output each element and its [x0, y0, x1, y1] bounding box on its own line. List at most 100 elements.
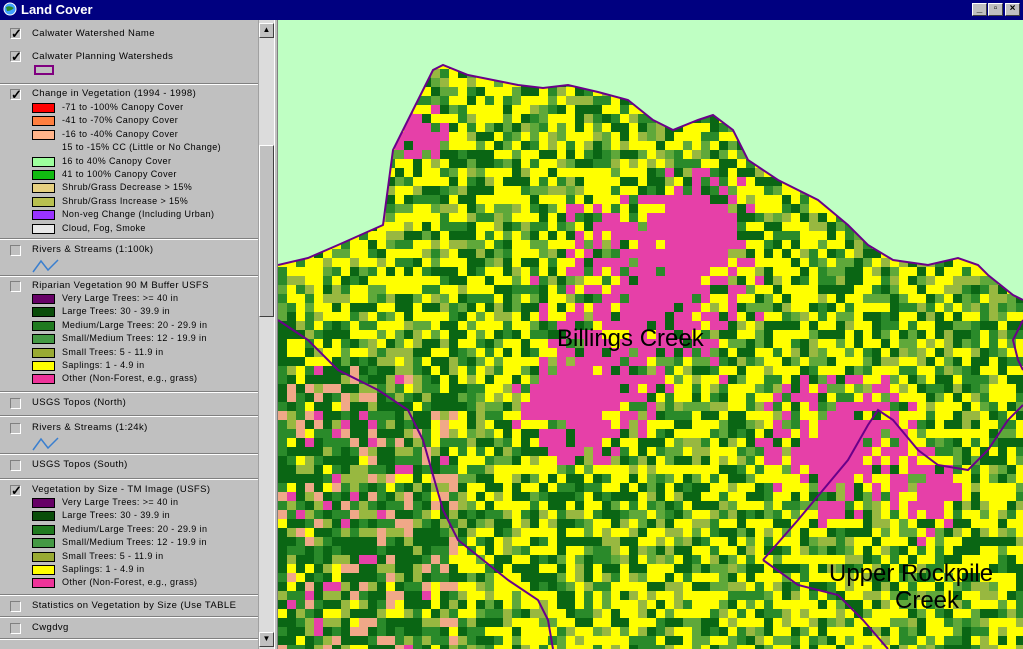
land-cover-cell: [539, 195, 548, 204]
land-cover-cell: [503, 465, 512, 474]
layer-visibility-checkbox[interactable]: ✓: [10, 50, 22, 63]
land-cover-cell: [602, 294, 611, 303]
land-cover-cell: [953, 456, 962, 465]
land-cover-cell: [926, 420, 935, 429]
land-cover-cell: [449, 438, 458, 447]
land-cover-cell: [611, 123, 620, 132]
land-cover-cell: [746, 366, 755, 375]
layer-visibility-checkbox[interactable]: ✓: [10, 484, 22, 497]
layer-visibility-checkbox[interactable]: [10, 423, 21, 434]
land-cover-cell: [755, 465, 764, 474]
land-cover-cell: [422, 510, 431, 519]
land-cover-cell: [710, 357, 719, 366]
land-cover-cell: [800, 168, 809, 177]
land-cover-cell: [944, 519, 953, 528]
land-cover-cell: [629, 384, 638, 393]
scroll-thumb[interactable]: [259, 145, 274, 317]
legend-scrollbar[interactable]: ▲ ▼: [258, 20, 274, 649]
land-cover-cell: [476, 258, 485, 267]
land-cover-cell: [737, 429, 746, 438]
land-cover-cell: [359, 258, 368, 267]
land-cover-cell: [917, 393, 926, 402]
land-cover-cell: [377, 456, 386, 465]
land-cover-cell: [935, 483, 944, 492]
land-cover-cell: [809, 294, 818, 303]
layer-visibility-checkbox[interactable]: ✓: [10, 27, 22, 40]
land-cover-cell: [791, 159, 800, 168]
land-cover-cell: [620, 528, 629, 537]
land-cover-cell: [593, 438, 602, 447]
land-cover-cell: [674, 582, 683, 591]
land-cover-cell: [431, 564, 440, 573]
scroll-down-button[interactable]: ▼: [259, 632, 274, 647]
land-cover-cell: [710, 141, 719, 150]
land-cover-cell: [800, 65, 809, 69]
land-cover-cell: [359, 195, 368, 204]
land-cover-cell: [584, 267, 593, 276]
land-cover-cell: [287, 285, 296, 294]
land-cover-cell: [485, 150, 494, 159]
map-view[interactable]: Billings Creek Upper Rockpile Creek: [278, 20, 1023, 649]
layer-visibility-checkbox[interactable]: [10, 623, 21, 634]
land-cover-cell: [710, 177, 719, 186]
land-cover-cell: [764, 96, 773, 105]
land-cover-cell: [521, 555, 530, 564]
layer-visibility-checkbox[interactable]: [10, 398, 21, 409]
land-cover-cell: [755, 276, 764, 285]
minimize-button[interactable]: _: [972, 3, 987, 16]
land-cover-cell: [278, 366, 287, 375]
land-cover-cell: [800, 519, 809, 528]
layer-visibility-checkbox[interactable]: [10, 245, 21, 256]
land-cover-cell: [962, 65, 971, 69]
scroll-up-button[interactable]: ▲: [259, 23, 274, 38]
land-cover-cell: [971, 447, 980, 456]
land-cover-cell: [998, 555, 1007, 564]
land-cover-cell: [899, 492, 908, 501]
land-cover-cell: [611, 213, 620, 222]
restore-button[interactable]: ▫: [988, 3, 1003, 16]
land-cover-cell: [998, 330, 1007, 339]
land-cover-cell: [512, 276, 521, 285]
land-cover-cell: [818, 411, 827, 420]
close-button[interactable]: ×: [1005, 3, 1020, 16]
land-cover-cell: [350, 366, 359, 375]
land-cover-cell: [908, 213, 917, 222]
land-cover-cell: [359, 321, 368, 330]
land-cover-cell: [953, 429, 962, 438]
land-cover-cell: [584, 285, 593, 294]
land-cover-cell: [512, 348, 521, 357]
land-cover-cell: [413, 321, 422, 330]
layer-visibility-checkbox[interactable]: [10, 281, 21, 292]
land-cover-cell: [980, 159, 989, 168]
land-cover-cell: [854, 420, 863, 429]
land-cover-cell: [620, 438, 629, 447]
land-cover-cell: [755, 87, 764, 96]
land-cover-cell: [404, 312, 413, 321]
layer-visibility-checkbox[interactable]: ✓: [10, 88, 22, 101]
land-cover-cell: [917, 69, 926, 78]
land-cover-cell: [377, 483, 386, 492]
land-cover-cell: [881, 447, 890, 456]
land-cover-cell: [278, 267, 287, 276]
land-cover-cell: [341, 555, 350, 564]
land-cover-cell: [809, 204, 818, 213]
land-cover-cell: [800, 474, 809, 483]
land-cover-cell: [467, 465, 476, 474]
land-cover-cell: [341, 564, 350, 573]
land-cover-cell: [359, 528, 368, 537]
land-cover-cell: [404, 65, 413, 69]
land-cover-cell: [296, 141, 305, 150]
layer-visibility-checkbox[interactable]: [10, 460, 21, 471]
layer-change-in-vegetation: ✓ Change in Vegetation (1994 - 1998) -71…: [0, 86, 258, 237]
land-cover-cell: [791, 105, 800, 114]
land-cover-cell: [746, 141, 755, 150]
land-cover-cell: [440, 564, 449, 573]
land-cover-cell: [854, 159, 863, 168]
land-cover-cell: [377, 537, 386, 546]
land-cover-cell: [404, 159, 413, 168]
land-cover-cell: [359, 564, 368, 573]
land-cover-cell: [998, 186, 1007, 195]
land-cover-cell: [539, 348, 548, 357]
land-cover-cell: [917, 65, 926, 69]
layer-visibility-checkbox[interactable]: [10, 601, 21, 612]
